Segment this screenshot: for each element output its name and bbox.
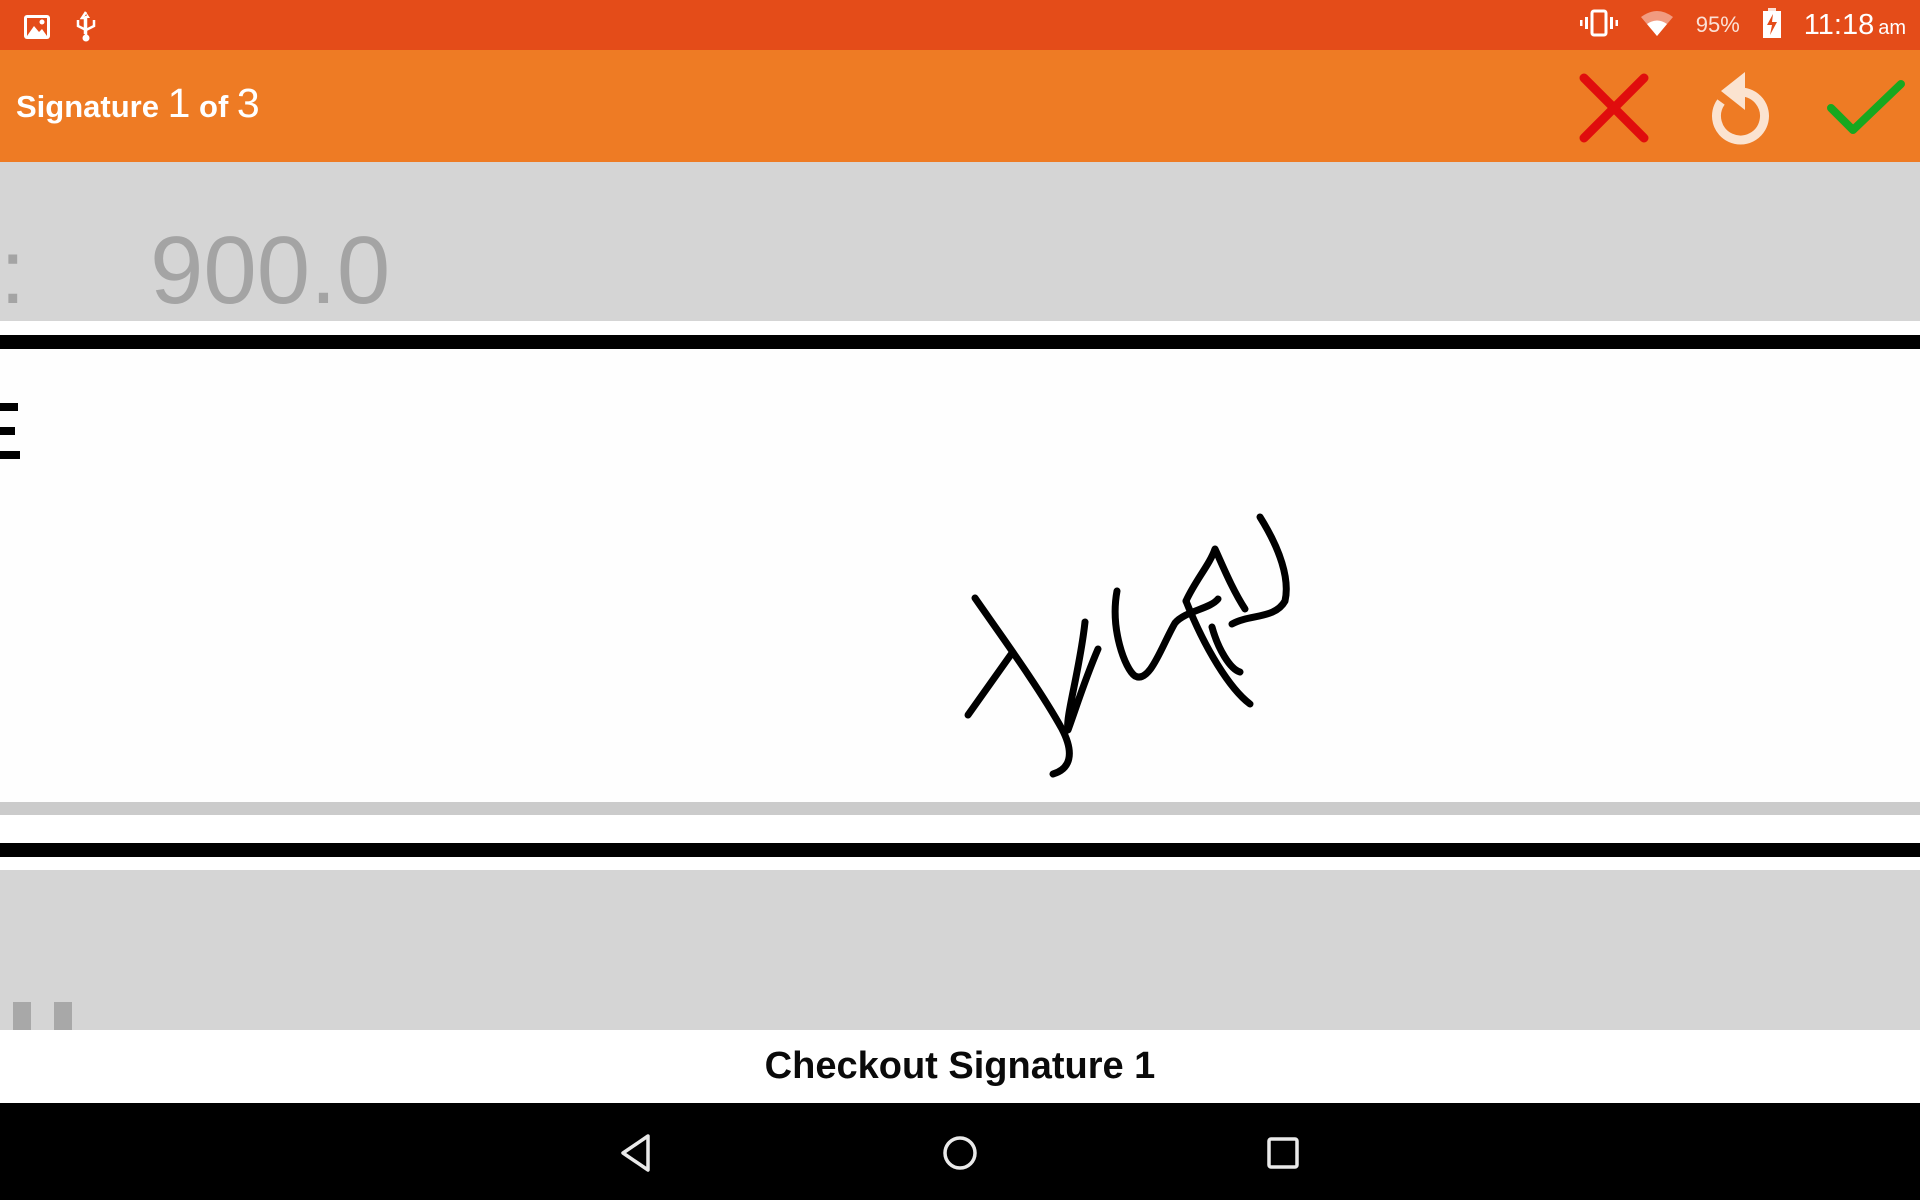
title-prefix: Signature [16,89,159,124]
signature-caption-bar: Checkout Signature 1 [0,1030,1920,1103]
app-toolbar: Signature 1 of 3 [0,50,1920,162]
navigation-bar [0,1103,1920,1200]
signature-bottom-rule [0,843,1920,857]
gallery-icon [22,12,52,47]
clock: 11:18 am [1803,8,1906,41]
home-icon [943,1136,977,1170]
amount-value: 900.0 [150,217,391,321]
signature-stroke [964,513,1290,778]
quote-mark [54,1002,72,1030]
vibrate-icon [1579,8,1618,43]
back-button[interactable] [608,1125,664,1181]
signature-baseline [0,802,1920,815]
recents-button[interactable] [1255,1125,1311,1181]
background-form-amount-row: : 900.0 [0,162,1920,321]
page-title: Signature 1 of 3 [16,80,260,127]
usb-icon [74,10,98,49]
background-form-lower-row [0,870,1920,1030]
clear-signature-button[interactable] [1700,68,1780,148]
cancel-button[interactable] [1574,68,1654,148]
status-bar: 95% 11:18 am [0,0,1920,50]
signature-current: 1 [167,80,191,126]
accept-button[interactable] [1826,68,1906,148]
back-icon [621,1134,650,1172]
amount-label-colon: : [0,221,26,321]
undo-icon [1712,72,1769,145]
wifi-icon [1640,9,1674,42]
recents-icon [1267,1137,1299,1169]
signature-pad[interactable] [0,349,1920,802]
battery-percent: 95% [1695,12,1740,37]
signature-caption: Checkout Signature 1 [764,1045,1156,1087]
home-button[interactable] [932,1125,988,1181]
title-of: of [199,89,229,124]
battery-charging-icon [1762,7,1782,43]
quote-mark [13,1002,31,1030]
signature-top-rule [0,335,1920,349]
signature-total: 3 [236,80,260,126]
close-icon [1579,73,1649,143]
check-icon [1827,80,1905,134]
